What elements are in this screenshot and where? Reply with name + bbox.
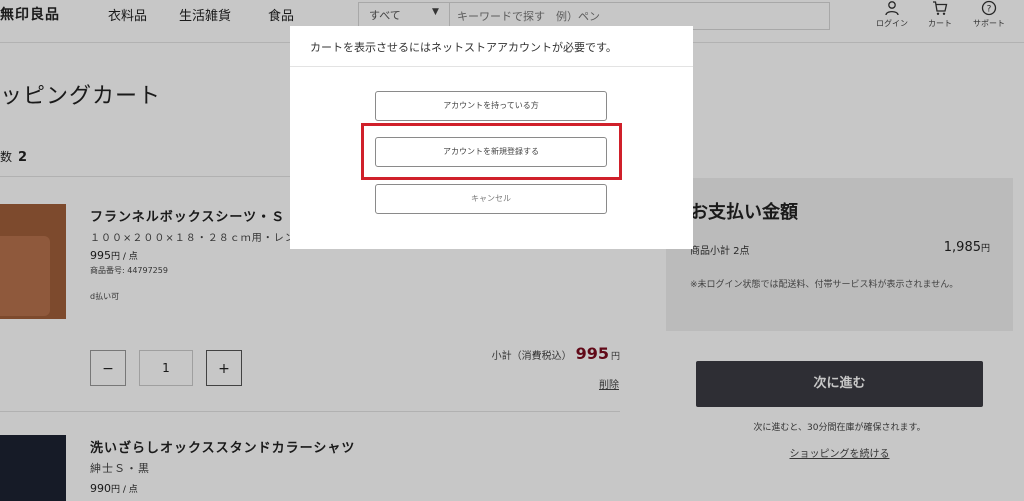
modal-title: カートを表示させるにはネットストアアカウントが必要です。 [310, 41, 617, 54]
cancel-button[interactable]: キャンセル [375, 184, 607, 214]
login-existing-account-button[interactable]: アカウントを持っている方 [375, 91, 607, 121]
modal-header: カートを表示させるにはネットストアアカウントが必要です。 [290, 26, 693, 67]
highlight-box [361, 123, 622, 180]
page: 無印良品 衣料品 生活雑貨 食品 すべて ▼ ログイン カート [0, 0, 1024, 501]
